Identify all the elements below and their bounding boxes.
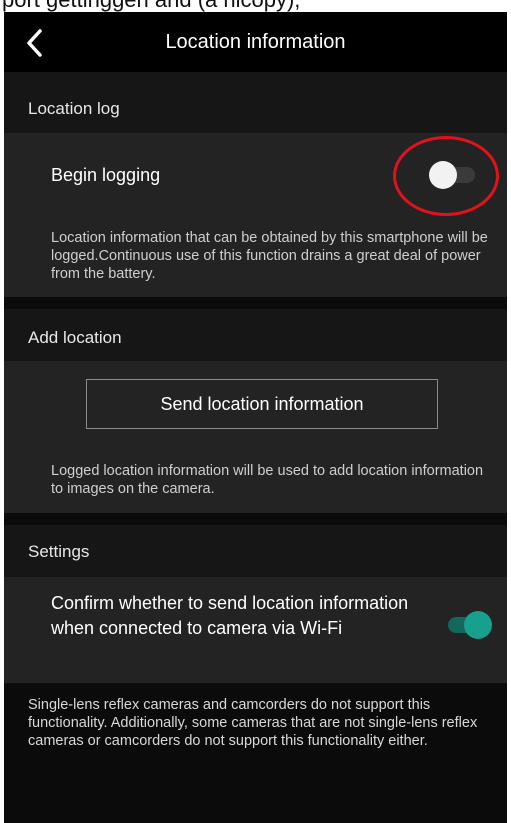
location-log-description: Location information that can be obtaine… <box>51 230 488 282</box>
toggle-thumb <box>464 611 492 639</box>
add-location-description: Logged location information will be used… <box>51 463 484 497</box>
confirm-send-toggle[interactable] <box>442 611 492 639</box>
compatibility-note: Single-lens reflex cameras and camcorder… <box>28 697 478 749</box>
confirm-send-label: Confirm whether to send location informa… <box>51 593 409 638</box>
cropped-caption-strip: port gettinggen and (a nicopy), <box>0 0 511 12</box>
section-header-settings: Settings <box>4 525 507 577</box>
cropped-caption-text: port gettinggen and (a nicopy), <box>2 0 300 12</box>
page-title: Location information <box>165 31 346 53</box>
begin-logging-label: Begin logging <box>51 165 161 185</box>
settings-panel: Confirm whether to send location informa… <box>4 577 507 683</box>
section-header-add-location: Add location <box>4 309 507 361</box>
phone-screen: Location information Location log Begin … <box>4 12 507 823</box>
begin-logging-toggle[interactable] <box>429 161 479 189</box>
location-log-panel: Begin logging Location information that … <box>4 133 507 297</box>
section-header-location-log: Location log <box>4 72 507 133</box>
app-bar: Location information <box>4 12 507 72</box>
toggle-thumb <box>429 161 457 189</box>
send-location-button[interactable]: Send location information <box>86 379 438 429</box>
